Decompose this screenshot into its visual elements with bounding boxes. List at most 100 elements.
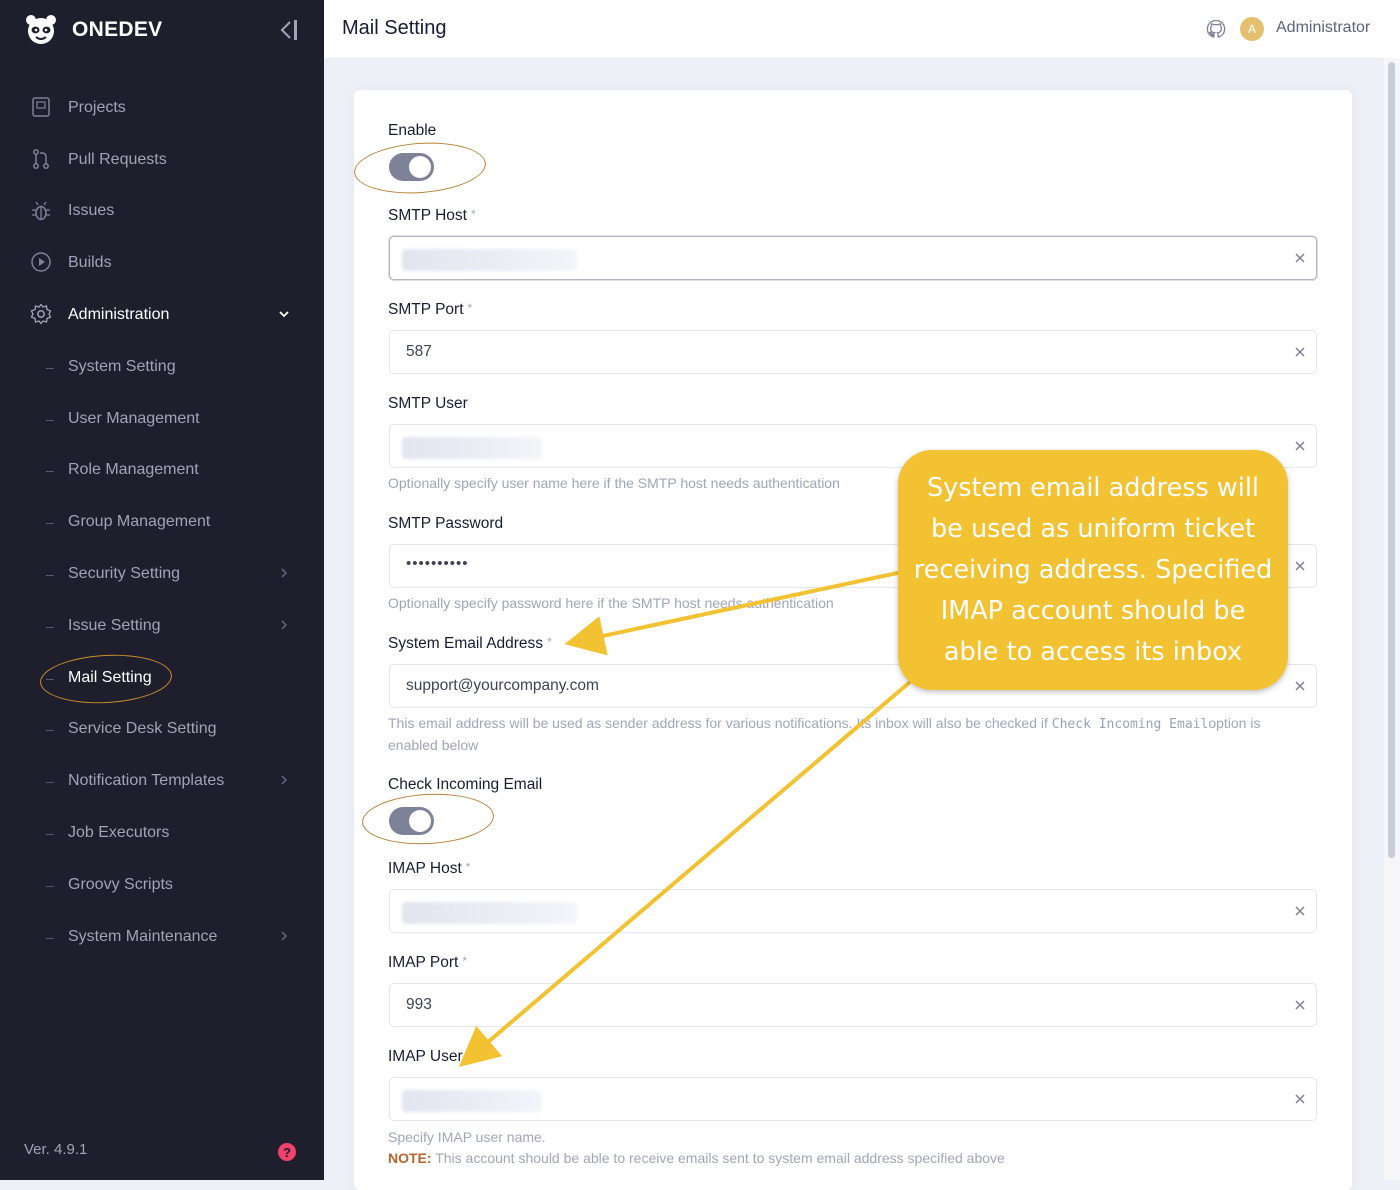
scrollbar-thumb[interactable] [1388, 62, 1395, 858]
sidebar-item-pull-requests[interactable]: Pull Requests [0, 134, 324, 186]
smtp-password-label: SMTP Password [388, 515, 504, 532]
imap-user-help: Specify IMAP user name. [388, 1129, 546, 1145]
smtp-port-input[interactable]: 587 [389, 330, 1317, 374]
redacted-value [402, 902, 577, 924]
annotation-callout: System email address will be used as uni… [898, 450, 1288, 690]
label-text: System Email Address [388, 635, 544, 652]
sidebar-item-service-desk-setting[interactable]: – Service Desk Setting [0, 704, 324, 756]
required-mark: * [467, 301, 473, 315]
sidebar-item-label: Security Setting [68, 565, 181, 583]
clear-icon[interactable] [1292, 997, 1308, 1013]
bullet-dash: – [46, 773, 54, 790]
label-text: SMTP Port [388, 301, 464, 318]
password-dots: •••••••••• [406, 555, 469, 572]
imap-port-input[interactable]: 993 [389, 983, 1317, 1027]
bullet-dash: – [46, 410, 54, 427]
sidebar-nav: Projects Pull Requests Issues Builds Adm… [0, 82, 324, 963]
system-email-value: support@yourcompany.com [406, 677, 599, 694]
clear-icon[interactable] [1292, 344, 1308, 360]
redacted-value [402, 249, 577, 271]
redacted-value [402, 437, 542, 459]
imap-user-input[interactable] [389, 1077, 1317, 1121]
clear-icon[interactable] [1292, 1091, 1308, 1107]
sidebar-item-projects[interactable]: Projects [0, 82, 324, 134]
chevron-right-icon [281, 775, 288, 785]
note-label: NOTE: [388, 1150, 432, 1166]
sidebar-item-issue-setting[interactable]: – Issue Setting [0, 600, 324, 652]
required-mark: * [462, 954, 468, 968]
sidebar-item-groovy-scripts[interactable]: – Groovy Scripts [0, 859, 324, 911]
chevron-right-icon [281, 620, 288, 630]
sidebar-item-label: Administration [68, 306, 170, 324]
note-text: This account should be able to receive e… [431, 1150, 1005, 1166]
clear-icon[interactable] [1292, 903, 1308, 919]
check-incoming-label: Check Incoming Email [388, 776, 543, 793]
sidebar-item-label: Issue Setting [68, 616, 161, 634]
sidebar-item-label: Group Management [68, 513, 211, 531]
imap-port-label: IMAP Port * [388, 954, 467, 972]
imap-port-value: 993 [406, 996, 432, 1013]
imap-host-input[interactable] [389, 889, 1317, 933]
topbar: Mail Setting A Administrator [324, 0, 1400, 59]
bullet-dash: – [46, 928, 54, 945]
imap-user-label: IMAP User [388, 1048, 463, 1065]
sidebar-item-job-executors[interactable]: – Job Executors [0, 807, 324, 859]
smtp-port-value: 587 [406, 343, 432, 360]
bullet-dash: – [46, 825, 54, 842]
version-label: Ver. 4.9.1 [24, 1141, 88, 1158]
required-mark: * [547, 635, 552, 649]
clear-icon[interactable] [1292, 678, 1308, 694]
sidebar-item-administration[interactable]: Administration [0, 289, 324, 341]
help-icon[interactable]: ? [278, 1143, 296, 1161]
github-icon[interactable] [1206, 19, 1226, 39]
collapse-sidebar-icon[interactable] [278, 18, 300, 42]
user-name[interactable]: Administrator [1276, 19, 1370, 37]
required-mark: * [470, 207, 476, 221]
clear-icon[interactable] [1292, 250, 1308, 266]
app-name: ONEDEV [72, 18, 163, 41]
bullet-dash: – [46, 358, 54, 375]
sidebar-item-label: Job Executors [68, 824, 170, 842]
sidebar-item-security-setting[interactable]: – Security Setting [0, 548, 324, 600]
sidebar-item-user-management[interactable]: – User Management [0, 393, 324, 445]
sidebar-item-role-management[interactable]: – Role Management [0, 445, 324, 497]
gear-icon [30, 303, 52, 325]
sidebar-item-label: Notification Templates [68, 772, 225, 790]
sidebar-item-system-maintenance[interactable]: – System Maintenance [0, 911, 324, 963]
system-email-help: This email address will be used as sende… [388, 713, 1288, 756]
bullet-dash: – [46, 566, 54, 583]
redacted-value [402, 1090, 542, 1112]
avatar[interactable]: A [1240, 17, 1264, 41]
clear-icon[interactable] [1292, 558, 1308, 574]
projects-icon [32, 97, 50, 117]
sidebar-item-issues[interactable]: Issues [0, 186, 324, 238]
sidebar-item-group-management[interactable]: – Group Management [0, 496, 324, 548]
label-text: SMTP Host [388, 207, 467, 224]
sidebar-item-label: Pull Requests [68, 150, 167, 168]
label-text: IMAP Port [388, 954, 459, 971]
smtp-host-input[interactable] [389, 236, 1317, 280]
enable-label: Enable [388, 122, 437, 139]
sidebar-item-builds[interactable]: Builds [0, 237, 324, 289]
pull-request-icon [33, 148, 49, 169]
sidebar-item-notification-templates[interactable]: – Notification Templates [0, 755, 324, 807]
required-mark: * [465, 860, 471, 874]
imap-host-label: IMAP Host * [388, 860, 470, 878]
smtp-user-label: SMTP User [388, 395, 468, 412]
sidebar-item-label: Issues [68, 202, 115, 220]
brand[interactable]: ONEDEV [24, 12, 163, 48]
help-text-part: This email address will be used as sende… [388, 715, 1052, 731]
sidebar-item-label: Role Management [68, 461, 199, 479]
bullet-dash: – [46, 617, 54, 634]
bug-icon [32, 201, 50, 220]
sidebar-item-label: System Setting [68, 357, 176, 375]
sidebar-item-label: Projects [68, 98, 126, 116]
smtp-port-label: SMTP Port * [388, 301, 472, 319]
bullet-dash: – [46, 876, 54, 893]
clear-icon[interactable] [1292, 438, 1308, 454]
sidebar-item-label: System Maintenance [68, 927, 218, 945]
label-text: IMAP Host [388, 860, 462, 877]
play-circle-icon [31, 252, 51, 273]
sidebar-item-system-setting[interactable]: – System Setting [0, 341, 324, 393]
sidebar-item-label: User Management [68, 409, 200, 427]
